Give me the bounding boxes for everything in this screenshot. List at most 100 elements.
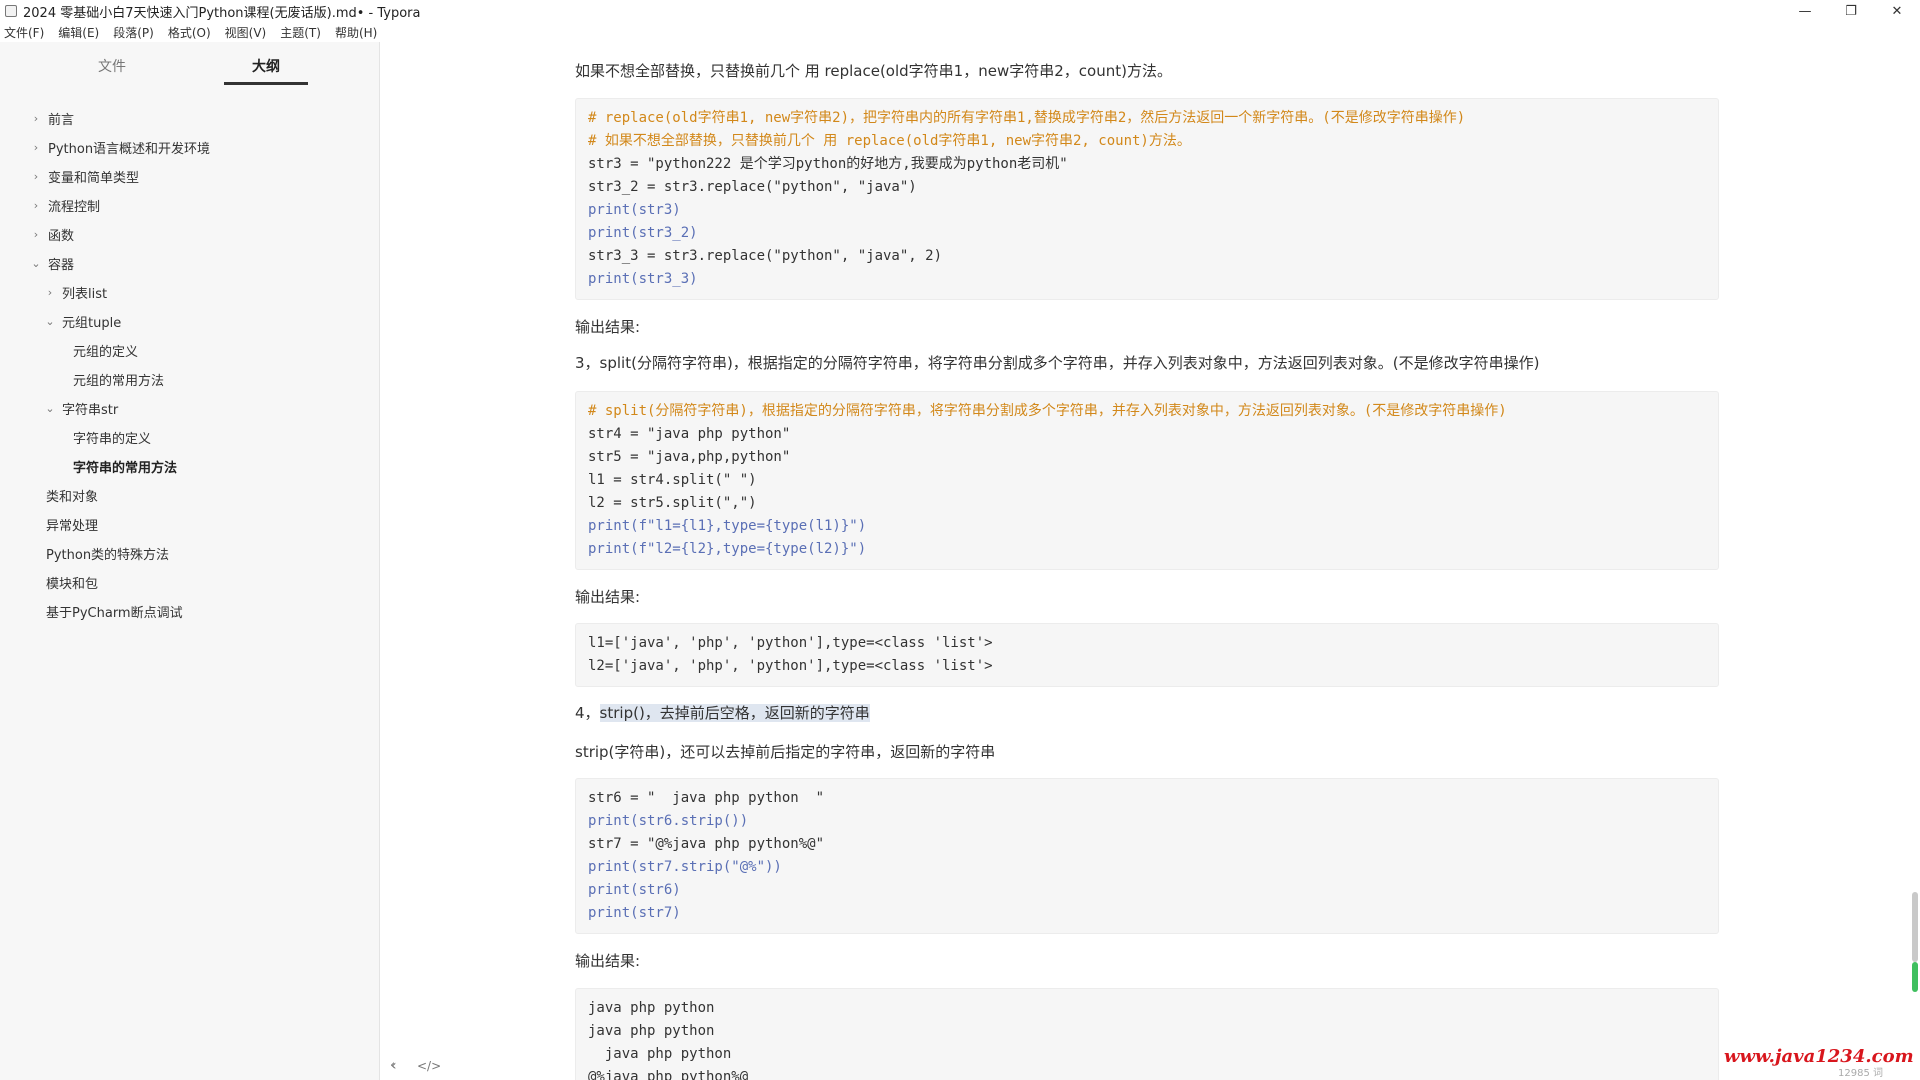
chevron-down-icon: ⌄: [45, 401, 55, 415]
outline-item-flow-control[interactable]: › 流程控制: [30, 195, 100, 215]
outline-item-label: 元组的常用方法: [73, 373, 165, 389]
outline-item-label: Python语言概述和开发环境: [48, 141, 211, 157]
sidebar-tabs: 文件 大纲: [0, 42, 380, 90]
chevron-right-icon: ›: [33, 198, 39, 212]
outline-item-modules[interactable]: 模块和包: [46, 572, 98, 592]
code-line: print(f"l1={l1},type={type(l1)}"): [588, 518, 867, 534]
outline-item-label: 字符串str: [62, 402, 119, 418]
chevron-right-icon: ›: [47, 285, 53, 299]
outline-item-str-definition[interactable]: 字符串的定义: [73, 427, 151, 447]
sidebar: 文件 大纲 › 前言 › Python语言概述和开发环境 › 变量和简单类型 › 流程控…: [0, 42, 395, 1080]
code-line: java php python: [588, 1023, 715, 1039]
minimize-button[interactable]: —: [1782, 0, 1828, 22]
outline-item-preface[interactable]: › 前言: [30, 108, 74, 128]
chevron-right-icon: ›: [33, 227, 39, 241]
watermark: www.java1234.com: [1724, 1046, 1914, 1067]
code-line: str3 = "python222 是个学习python的好地方,我要成为pyt…: [588, 156, 1068, 172]
outline-item-label: 列表list: [62, 286, 108, 302]
code-block-split-output[interactable]: l1=['java', 'php', 'python'],type=<class…: [575, 623, 1719, 687]
code-line: print(str3_2): [588, 225, 698, 241]
code-line: print(f"l2={l2},type={type(l2)}"): [588, 541, 867, 557]
code-block-strip-output[interactable]: java php python java php python java php…: [575, 988, 1719, 1080]
editor-content[interactable]: 如果不想全部替换，只替换前几个 用 replace(old字符串1，new字符串…: [381, 42, 1920, 1080]
tab-files[interactable]: 文件: [98, 56, 126, 76]
output-label: 输出结果:: [575, 588, 641, 606]
menu-edit[interactable]: 编辑(E): [58, 24, 99, 41]
menu-paragraph[interactable]: 段落(P): [113, 24, 154, 41]
outline-item-label: 基于PyCharm断点调试: [46, 605, 183, 621]
scroll-position-marker: [1912, 962, 1918, 992]
code-line: print(str6): [588, 882, 681, 898]
outline-item-label: Python类的特殊方法: [46, 547, 170, 563]
code-line: l2 = str5.split(","): [588, 495, 757, 511]
outline-item-python-overview[interactable]: › Python语言概述和开发环境: [30, 137, 210, 157]
outline-item-str-methods[interactable]: 字符串的常用方法: [73, 456, 177, 476]
code-line: print(str7.strip("@%")): [588, 859, 782, 875]
code-line: str3_2 = str3.replace("python", "java"): [588, 179, 917, 195]
active-tab-indicator: [224, 82, 308, 85]
code-line: print(str3_3): [588, 271, 698, 287]
scroll-thumb[interactable]: [1912, 892, 1918, 962]
outline-item-tuple-definition[interactable]: 元组的定义: [73, 340, 138, 360]
menu-file[interactable]: 文件(F): [4, 24, 44, 41]
strip-number: 4，: [575, 704, 600, 722]
chevron-down-icon: ⌄: [45, 314, 55, 328]
outline-item-list[interactable]: › 列表list: [44, 282, 107, 302]
outline-item-label: 异常处理: [46, 518, 99, 534]
code-line: java php python: [588, 1046, 732, 1062]
outline-item-functions[interactable]: › 函数: [30, 224, 74, 244]
menu-help[interactable]: 帮助(H): [335, 24, 377, 41]
code-line: @%java php python%@: [588, 1069, 749, 1080]
outline-item-label: 字符串的常用方法: [73, 460, 178, 476]
word-count[interactable]: 12985 词: [1838, 1064, 1883, 1079]
restore-button[interactable]: ❐: [1828, 0, 1874, 22]
menu-theme[interactable]: 主题(T): [280, 24, 321, 41]
code-line: l1 = str4.split(" "): [588, 472, 757, 488]
output-label: 输出结果:: [575, 318, 641, 336]
close-button[interactable]: ✕: [1874, 0, 1920, 22]
code-line: # split(分隔符字符串)，根据指定的分隔符字符串，将字符串分割成多个字符串…: [588, 403, 1507, 419]
code-block-split[interactable]: # split(分隔符字符串)，根据指定的分隔符字符串，将字符串分割成多个字符串…: [575, 391, 1719, 570]
code-line: print(str7): [588, 905, 681, 921]
menu-view[interactable]: 视图(V): [225, 24, 267, 41]
outline-item-exceptions[interactable]: 异常处理: [46, 514, 98, 534]
outline-item-label: 元组的定义: [73, 344, 139, 360]
code-line: java php python: [588, 1000, 715, 1016]
outline-item-label: 函数: [48, 228, 75, 244]
code-line: str5 = "java,php,python": [588, 449, 791, 465]
chevron-right-icon: ›: [33, 140, 39, 154]
code-line: str4 = "java php python": [588, 426, 791, 442]
paragraph-split: 3，split(分隔符字符串)，根据指定的分隔符字符串，将字符串分割成多个字符串…: [575, 354, 1540, 372]
menu-format[interactable]: 格式(O): [168, 24, 211, 41]
outline-item-tuple[interactable]: ⌄ 元组tuple: [44, 311, 121, 331]
code-line: str7 = "@%java php python%@": [588, 836, 825, 852]
scrollbar[interactable]: [1910, 42, 1920, 1080]
outline-item-variables[interactable]: › 变量和简单类型: [30, 166, 139, 186]
code-line: # 如果不想全部替换，只替换前几个 用 replace(old字符串1, new…: [588, 133, 1191, 149]
outline-item-debugging[interactable]: 基于PyCharm断点调试: [46, 601, 183, 621]
chevron-right-icon: ›: [33, 111, 39, 125]
code-line: str6 = " java php python ": [588, 790, 825, 806]
output-label: 输出结果:: [575, 952, 641, 970]
code-block-strip[interactable]: str6 = " java php python " print(str6.st…: [575, 778, 1719, 934]
tab-outline[interactable]: 大纲: [252, 56, 280, 76]
code-block-replace[interactable]: # replace(old字符串1, new字符串2)，把字符串内的所有字符串1…: [575, 98, 1719, 300]
code-line: l2=['java', 'php', 'python'],type=<class…: [588, 658, 993, 674]
outline-item-label: 前言: [48, 112, 75, 128]
paragraph-replace-count: 如果不想全部替换，只替换前几个 用 replace(old字符串1，new字符串…: [575, 62, 1172, 80]
outline-item-label: 字符串的定义: [73, 431, 152, 447]
outline-item-special-methods[interactable]: Python类的特殊方法: [46, 543, 169, 563]
outline-item-tuple-methods[interactable]: 元组的常用方法: [73, 369, 164, 389]
outline-item-classes[interactable]: 类和对象: [46, 485, 98, 505]
outline-item-str[interactable]: ⌄ 字符串str: [44, 398, 118, 418]
outline-item-containers[interactable]: ⌄ 容器: [30, 253, 74, 273]
paragraph-strip-detail: strip(字符串)，还可以去掉前后指定的字符串，返回新的字符串: [575, 743, 996, 761]
chevron-right-icon: ›: [33, 169, 39, 183]
paragraph-strip-heading: 4，strip()，去掉前后空格，返回新的字符串: [575, 702, 870, 723]
chevron-down-icon: ⌄: [31, 256, 41, 270]
code-line: print(str3): [588, 202, 681, 218]
title-bar: 2024 零基础小白7天快速入门Python课程(无废话版).md• - Typ…: [0, 0, 1920, 22]
outline-item-label: 变量和简单类型: [48, 170, 140, 186]
menu-bar: 文件(F) 编辑(E) 段落(P) 格式(O) 视图(V) 主题(T) 帮助(H…: [0, 22, 1920, 42]
window-title: 2024 零基础小白7天快速入门Python课程(无废话版).md• - Typ…: [23, 5, 421, 21]
